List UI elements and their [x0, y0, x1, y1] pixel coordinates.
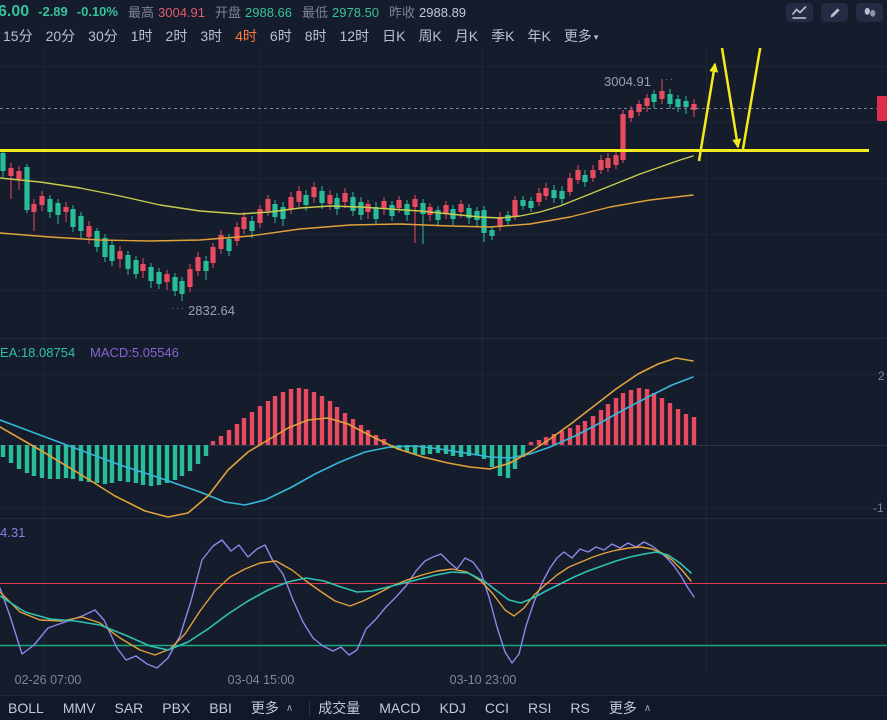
tab-周K[interactable]: 周K: [418, 26, 441, 46]
candlesticks: [0, 80, 697, 301]
overlay-indicator-group: BOLL MMV SAR PBX BBI 更多 ∧: [0, 698, 293, 718]
quote-bar: 6.00 -2.89 -0.10% 最高 3004.91 开盘 2988.66 最低 29…: [0, 0, 887, 23]
tab-2时[interactable]: 2时: [166, 26, 188, 46]
low-label-leader: ···: [171, 303, 186, 314]
macd-value: MACD:5.05546: [90, 345, 179, 360]
tab-12时[interactable]: 12时: [340, 26, 370, 46]
draw-pencil-icon[interactable]: [821, 3, 848, 22]
chevron-down-icon: ▾: [593, 32, 599, 42]
line-chart-icon[interactable]: [786, 3, 813, 22]
indicator-KDJ[interactable]: KDJ: [439, 700, 465, 716]
price-change-percent: -0.10%: [76, 4, 118, 19]
stat-value: 3004.91: [158, 4, 205, 20]
indicator-BOLL[interactable]: BOLL: [8, 700, 44, 716]
kdj-value: 4.31: [0, 525, 25, 540]
low-price-label: 2832.64: [188, 303, 235, 318]
indicator-SAR[interactable]: SAR: [114, 700, 143, 716]
sub-indicator-group: 成交量 MACD KDJ CCI RSI RS 更多 ∧: [310, 698, 651, 718]
chart-canvas[interactable]: 3004.91 ··· ··· 2832.64 EA:18.08754 MACD…: [0, 48, 887, 672]
x-axis-label: 02-26 07:00: [14, 673, 82, 687]
indicator-RSI[interactable]: RSI: [528, 700, 551, 716]
current-price-line: [0, 96, 887, 121]
x-axis-label: 03-04 15:00: [227, 673, 295, 687]
chevron-up-icon[interactable]: ∧: [644, 703, 651, 714]
tab-4时[interactable]: 4时: [235, 26, 257, 46]
tab-1时[interactable]: 1时: [131, 26, 153, 46]
pencil-glyph: [830, 7, 840, 18]
tab-15分[interactable]: 15分: [3, 26, 33, 46]
stat-label: 最低: [302, 4, 329, 20]
tab-年K[interactable]: 年K: [527, 26, 550, 46]
indicator-BBI[interactable]: BBI: [209, 700, 232, 716]
tab-20分[interactable]: 20分: [46, 26, 76, 46]
stat-low: 最低 2978.50: [302, 2, 379, 21]
indicator-more[interactable]: 更多: [609, 698, 637, 718]
tab-3时[interactable]: 3时: [200, 26, 222, 46]
stat-prev_close: 昨收 2988.89: [389, 2, 466, 21]
tab-6时[interactable]: 6时: [270, 26, 292, 46]
compare-glyph: [864, 7, 875, 17]
stat-open: 开盘 2988.66: [215, 2, 292, 21]
last-price: 6.00: [0, 2, 30, 20]
high-label-leader: ···: [660, 74, 675, 85]
trading-app: { "colors": { "up_red": "#e84a5f", "down…: [0, 0, 887, 720]
chevron-up-icon[interactable]: ∧: [286, 703, 293, 714]
kdj-lines: [0, 539, 695, 669]
tab-日K[interactable]: 日K: [382, 26, 405, 46]
tab-月K[interactable]: 月K: [455, 26, 478, 46]
stat-value: 2988.66: [245, 4, 293, 20]
macd-histogram: [0, 388, 697, 486]
macd-scale-upper: 2: [878, 369, 885, 383]
indicator-toolbar: BOLL MMV SAR PBX BBI 更多 ∧ 成交量 MACD KDJ CCI RSI RS 更多…: [0, 695, 887, 720]
high-price-label: 3004.91: [604, 74, 651, 89]
indicator-MMV[interactable]: MMV: [63, 700, 96, 716]
x-axis-label: 03-10 23:00: [449, 673, 517, 687]
tab-more[interactable]: 更多 ▾: [564, 26, 599, 46]
stat-label: 开盘: [215, 4, 242, 20]
compare-icon[interactable]: [856, 3, 883, 22]
tab-8时[interactable]: 8时: [305, 26, 327, 46]
x-axis-labels: 02-26 07:00 03-04 15:00 03-10 23:00: [0, 673, 887, 691]
user-drawing-yellow[interactable]: [0, 48, 869, 162]
indicator-RS[interactable]: RS: [570, 700, 589, 716]
macd-dea-value: EA:18.08754: [0, 345, 75, 360]
indicator-MACD[interactable]: MACD: [379, 700, 420, 716]
grid-lines: [0, 48, 887, 672]
indicator-more[interactable]: 更多: [251, 698, 279, 718]
kdj-reference-lines: [0, 583, 887, 647]
stat-high: 最高 3004.91: [128, 2, 205, 21]
indicator-PBX[interactable]: PBX: [162, 700, 190, 716]
stat-value: 2988.89: [419, 4, 467, 20]
quote-stats: 最高 3004.91 开盘 2988.66 最低 2978.50 昨收 2988.89: [118, 2, 466, 22]
tab-30分[interactable]: 30分: [88, 26, 118, 46]
timeframe-tabs: 15分 20分 30分 1时 2时 3时 4时 6时 8时 12时 日K 周K 月K 季K 年K 更多 ▾: [0, 23, 887, 49]
stat-value: 2978.50: [332, 4, 380, 20]
stat-label: 最高: [127, 4, 154, 20]
macd-scale-lower: -1: [873, 501, 884, 515]
indicator-成交量[interactable]: 成交量: [318, 698, 360, 718]
tab-季K[interactable]: 季K: [491, 26, 514, 46]
stat-label: 昨收: [389, 4, 416, 20]
indicator-CCI[interactable]: CCI: [485, 700, 509, 716]
price-change: -2.89: [38, 4, 68, 19]
chart-tool-buttons: [786, 3, 883, 22]
line-chart-glyph: [791, 5, 807, 19]
